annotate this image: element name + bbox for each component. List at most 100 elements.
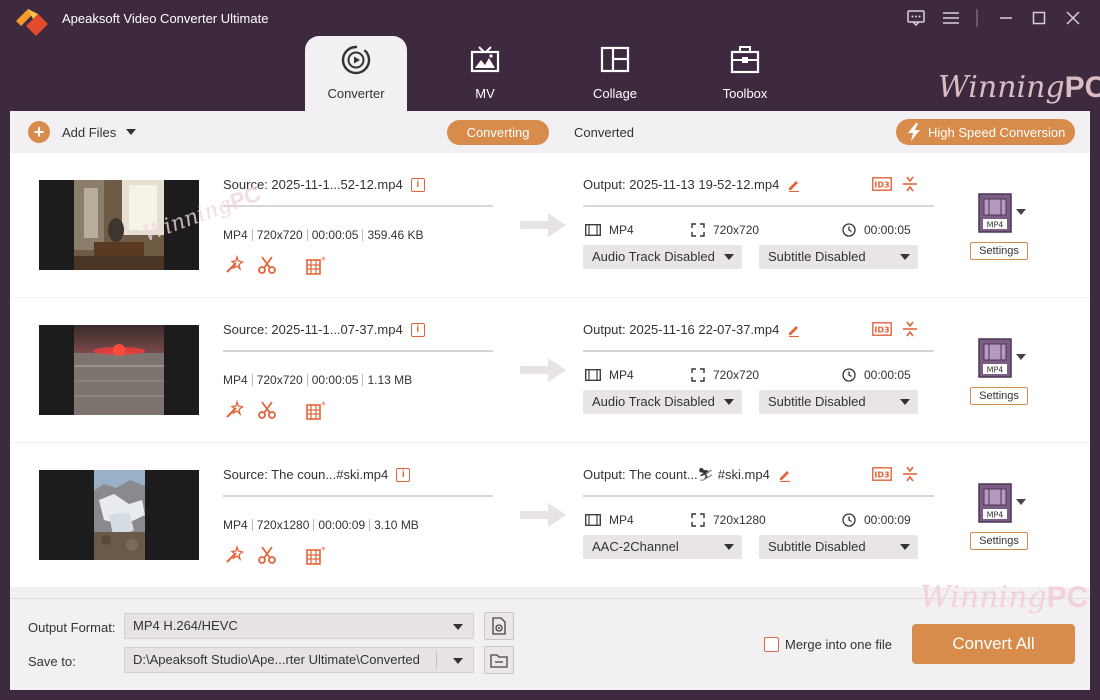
compress-icon[interactable]	[903, 176, 917, 192]
svg-text:*: *	[321, 401, 326, 411]
audio-track-dropdown[interactable]: Audio Track Disabled	[583, 390, 742, 414]
svg-text:*: *	[321, 546, 326, 556]
subtitle-dropdown[interactable]: Subtitle Disabled	[759, 245, 918, 269]
arrow-right-icon	[520, 358, 566, 382]
edit-pencil-icon[interactable]	[787, 323, 801, 337]
scissors-icon[interactable]	[257, 545, 277, 565]
subtitle-dropdown[interactable]: Subtitle Disabled	[759, 535, 918, 559]
minimize-icon[interactable]	[995, 8, 1017, 28]
converter-icon	[341, 45, 371, 75]
svg-text:MP4: MP4	[987, 221, 1004, 230]
magic-wand-icon[interactable]	[224, 545, 244, 565]
edit-pencil-icon[interactable]	[787, 178, 801, 192]
output-duration: 00:00:09	[842, 513, 911, 527]
resize-icon	[691, 513, 705, 527]
feedback-icon[interactable]	[905, 8, 927, 28]
format-settings-button[interactable]	[484, 612, 514, 640]
output-duration: 00:00:05	[842, 368, 911, 382]
source-filename: Source: 2025-11-1...07-37.mp4 i	[223, 322, 425, 337]
audio-track-dropdown[interactable]: AAC-2Channel	[583, 535, 742, 559]
subtitle-dropdown[interactable]: Subtitle Disabled	[759, 390, 918, 414]
tab-mv[interactable]: MV	[434, 36, 536, 111]
mp4-format-icon[interactable]: MP4	[978, 483, 1012, 523]
output-resolution: 720x720	[691, 368, 759, 382]
open-folder-button[interactable]	[484, 646, 514, 674]
tab-converting[interactable]: Converting	[447, 120, 549, 145]
bottom-bar: Output Format: MP4 H.264/HEVC Save to: D…	[10, 598, 1090, 690]
chevron-down-icon[interactable]	[1016, 209, 1026, 215]
id3-tag-icon[interactable]: ID3	[872, 322, 892, 336]
magic-wand-icon[interactable]	[224, 255, 244, 275]
main-nav: Converter MV Collage Toolbox	[0, 36, 1100, 111]
chevron-down-icon[interactable]	[1016, 499, 1026, 505]
close-icon[interactable]	[1062, 8, 1084, 28]
svg-text:ID3: ID3	[874, 471, 889, 480]
source-filename: Source: 2025-11-1...52-12.mp4 i	[223, 177, 425, 192]
audio-track-dropdown[interactable]: Audio Track Disabled	[583, 245, 742, 269]
tab-converter[interactable]: Converter	[305, 36, 407, 111]
id3-tag-icon[interactable]: ID3	[872, 177, 892, 191]
info-icon[interactable]: i	[410, 322, 425, 337]
video-thumbnail[interactable]	[39, 180, 199, 270]
save-to-path[interactable]: D:\Apeaksoft Studio\Ape...rter Ultimate\…	[124, 647, 474, 673]
mp4-format-icon[interactable]: MP4	[978, 338, 1012, 378]
source-meta: MP4 720x720 00:00:05 1.13 MB	[223, 373, 413, 387]
plus-icon: +	[28, 121, 50, 143]
title-bar: Apeaksoft Video Converter Ultimate	[0, 0, 1100, 36]
output-format-select[interactable]: MP4 H.264/HEVC	[124, 613, 474, 639]
divider	[583, 205, 934, 207]
scissors-icon[interactable]	[257, 400, 277, 420]
menu-icon[interactable]	[940, 8, 962, 28]
app-logo-icon	[16, 9, 48, 36]
tab-collage[interactable]: Collage	[564, 36, 666, 111]
film-icon	[585, 224, 601, 236]
compress-icon[interactable]	[903, 321, 917, 337]
converter-panel: + Add Files Converting Converted High Sp…	[10, 111, 1090, 690]
output-resolution: 720x720	[691, 223, 759, 237]
arrow-right-icon	[520, 503, 566, 527]
output-filename: Output: 2025-11-16 22-07-37.mp4	[583, 322, 801, 337]
magic-wand-icon[interactable]	[224, 400, 244, 420]
source-meta: MP4 720x720 00:00:05 359.46 KB	[223, 228, 424, 242]
id3-tag-icon[interactable]: ID3	[872, 467, 892, 481]
tab-toolbox[interactable]: Toolbox	[694, 36, 796, 111]
merge-checkbox[interactable]	[764, 637, 779, 652]
file-row: Source: 2025-11-1...07-37.mp4 i MP4 720x7…	[10, 298, 1090, 442]
video-thumbnail[interactable]	[39, 325, 199, 415]
maximize-icon[interactable]	[1028, 8, 1050, 28]
resize-icon	[691, 223, 705, 237]
tab-label: MV	[475, 86, 495, 101]
scissors-icon[interactable]	[257, 255, 277, 275]
chevron-down-icon[interactable]	[1016, 354, 1026, 360]
settings-button[interactable]: Settings	[970, 242, 1028, 260]
file-row: Source: The coun...#ski.mp4 i MP4 720x128…	[10, 443, 1090, 587]
enhance-video-icon[interactable]: *	[306, 255, 328, 275]
enhance-video-icon[interactable]: *	[306, 545, 328, 565]
edit-pencil-icon[interactable]	[778, 468, 792, 482]
chevron-down-icon[interactable]	[453, 658, 463, 664]
info-icon[interactable]: i	[410, 177, 425, 192]
svg-text:ID3: ID3	[874, 181, 889, 190]
high-speed-label: High Speed Conversion	[928, 124, 1066, 140]
tab-converted[interactable]: Converted	[565, 120, 643, 145]
chevron-down-icon	[900, 399, 910, 405]
chevron-down-icon[interactable]	[126, 129, 137, 135]
mp4-format-icon[interactable]: MP4	[978, 193, 1012, 233]
merge-option[interactable]: Merge into one file	[764, 637, 892, 652]
settings-button[interactable]: Settings	[970, 532, 1028, 550]
compress-icon[interactable]	[903, 466, 917, 482]
output-format: MP4	[585, 223, 634, 237]
settings-button[interactable]: Settings	[970, 387, 1028, 405]
enhance-video-icon[interactable]: *	[306, 400, 328, 420]
source-meta: MP4 720x1280 00:00:09 3.10 MB	[223, 518, 419, 532]
convert-all-button[interactable]: Convert All	[912, 624, 1075, 664]
chevron-down-icon	[724, 544, 734, 550]
clock-icon	[842, 513, 856, 527]
video-thumbnail[interactable]	[39, 470, 199, 560]
chevron-down-icon	[900, 544, 910, 550]
source-filename: Source: The coun...#ski.mp4 i	[223, 467, 411, 482]
high-speed-conversion-button[interactable]: High Speed Conversion	[896, 119, 1075, 145]
add-files-button[interactable]: + Add Files	[28, 121, 137, 143]
file-row: Source: 2025-11-1...52-12.mp4 i MP4 720x7…	[10, 153, 1090, 297]
info-icon[interactable]: i	[396, 467, 411, 482]
